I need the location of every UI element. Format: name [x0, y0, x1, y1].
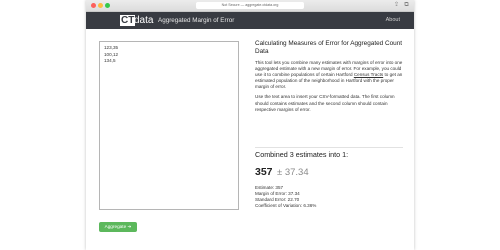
combined-heading: Combined 3 estimates into 1:	[255, 150, 349, 159]
close-window-button[interactable]	[91, 3, 96, 8]
stats-list: Estimate: 357 Margin of Error: 37.34 Sta…	[255, 185, 316, 209]
address-bar[interactable]: Not Secure — aggregate.ctdata.org	[196, 2, 304, 9]
csv-line: 134,5	[104, 58, 116, 63]
browser-window: Not Secure — aggregate.ctdata.org ⇪ ⧉ CT…	[86, 0, 414, 250]
result-margin: ± 37.34	[276, 167, 309, 178]
info-paragraph: This tool lets you combine many estimate…	[255, 60, 405, 90]
maximize-window-button[interactable]	[105, 3, 110, 8]
result-estimate: 357	[255, 166, 273, 178]
aggregate-button[interactable]: Aggregate ➔	[99, 222, 137, 232]
result-summary: 357 ± 37.34	[255, 162, 309, 180]
info-panel: Calculating Measures of Error for Aggreg…	[255, 40, 405, 117]
minimize-window-button[interactable]	[98, 3, 103, 8]
browser-titlebar: Not Secure — aggregate.ctdata.org ⇪ ⧉	[86, 0, 414, 12]
section-divider	[255, 147, 403, 148]
instructions-paragraph: Use the text area to insert your CSV-for…	[255, 94, 395, 112]
site-navbar: CT data Aggregated Margin of Error About	[86, 12, 414, 29]
site-title: Aggregated Margin of Error	[158, 17, 235, 24]
info-heading: Calculating Measures of Error for Aggreg…	[255, 40, 403, 55]
tabs-icon[interactable]: ⧉	[403, 2, 410, 9]
share-icon[interactable]: ⇪	[393, 2, 400, 9]
census-tracts-link[interactable]: Census Tracts	[354, 72, 383, 77]
logo-data[interactable]: data	[134, 15, 153, 26]
stat-coefficient-of-variation: Coefficient of Variation: 6.36%	[255, 203, 317, 209]
about-link[interactable]: About	[386, 16, 400, 25]
csv-input-textarea[interactable]: 123,35 100,12 134,5	[99, 41, 239, 210]
